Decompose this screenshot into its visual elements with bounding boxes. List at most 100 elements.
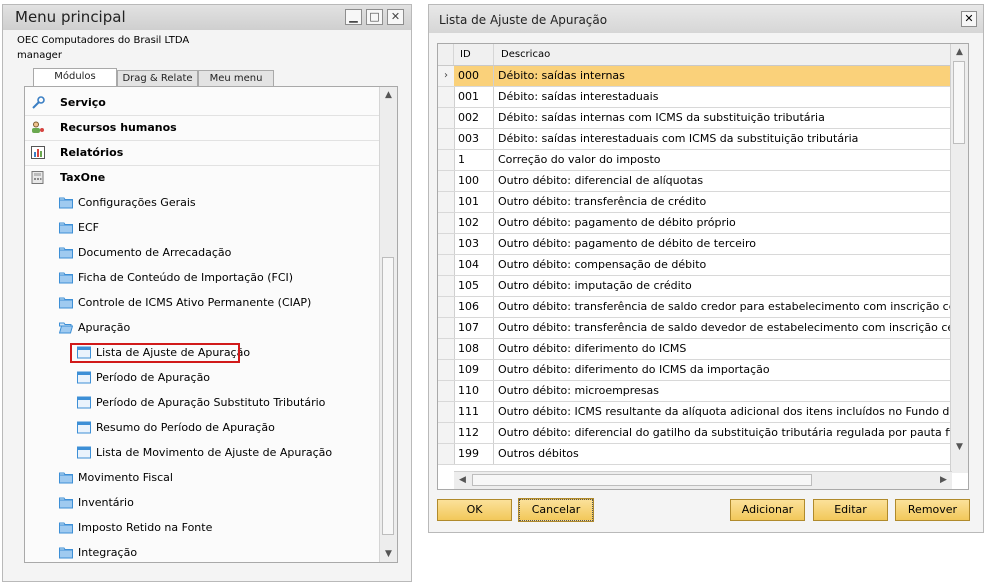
- folder-movimento-fiscal[interactable]: Movimento Fiscal: [25, 466, 379, 490]
- scroll-down-icon[interactable]: ▼: [380, 546, 397, 562]
- minimize-icon[interactable]: ▁: [345, 9, 362, 25]
- table-row[interactable]: 107 Outro débito: transferência de saldo …: [438, 318, 952, 339]
- add-button[interactable]: Adicionar: [730, 499, 805, 521]
- ok-button[interactable]: OK: [437, 499, 512, 521]
- table-row[interactable]: 101 Outro débito: transferência de crédit…: [438, 192, 952, 213]
- row-selector[interactable]: [438, 297, 455, 317]
- scroll-right-icon[interactable]: ▶: [935, 472, 952, 488]
- cell-descricao: Outro débito: transferência de saldo dev…: [498, 321, 952, 334]
- table-row[interactable]: 104 Outro débito: compensação de débito: [438, 255, 952, 276]
- grid-horizontal-scrollbar[interactable]: ◀ ▶: [454, 471, 952, 489]
- row-selector[interactable]: [438, 402, 455, 422]
- close-icon[interactable]: ✕: [961, 11, 977, 27]
- cell-id: 110: [454, 381, 494, 401]
- row-selector[interactable]: [438, 423, 455, 443]
- row-selector[interactable]: [438, 360, 455, 380]
- folder-label: Integração: [78, 546, 138, 559]
- folder-integracao[interactable]: Integração: [25, 541, 379, 562]
- table-row[interactable]: 1 Correção do valor do imposto: [438, 150, 952, 171]
- table-row[interactable]: 103 Outro débito: pagamento de débito de …: [438, 234, 952, 255]
- row-selector[interactable]: [438, 444, 455, 464]
- cell-id: 1: [454, 150, 494, 170]
- folder-apuracao[interactable]: Apuração: [25, 316, 379, 340]
- folder-fci[interactable]: Ficha de Conteúdo de Importação (FCI): [25, 266, 379, 290]
- column-header-descricao[interactable]: Descricao: [494, 44, 952, 65]
- table-row[interactable]: 102 Outro débito: pagamento de débito pró…: [438, 213, 952, 234]
- table-row[interactable]: 100 Outro débito: diferencial de alíquota…: [438, 171, 952, 192]
- tree-scrollbar[interactable]: ▲ ▼: [379, 87, 397, 562]
- module-tree: Serviço Recursos humanos Relatórios TaxO…: [24, 86, 398, 563]
- grid-hscroll-thumb[interactable]: [472, 474, 812, 486]
- table-row[interactable]: 106 Outro débito: transferência de saldo …: [438, 297, 952, 318]
- item-resumo-periodo-apuracao[interactable]: Resumo do Período de Apuração: [25, 416, 379, 440]
- tab-meu-menu[interactable]: Meu menu: [198, 70, 274, 86]
- table-row[interactable]: 111 Outro débito: ICMS resultante da alíq…: [438, 402, 952, 423]
- row-selector[interactable]: [438, 276, 455, 296]
- item-periodo-apuracao[interactable]: Período de Apuração: [25, 366, 379, 390]
- cell-descricao: Outro débito: transferência de saldo cre…: [498, 300, 952, 313]
- row-selector[interactable]: [438, 150, 455, 170]
- module-servico[interactable]: Serviço: [25, 91, 379, 115]
- cancel-button[interactable]: Cancelar: [518, 498, 594, 522]
- tab-modulos[interactable]: Módulos: [33, 68, 117, 87]
- folder-ciap[interactable]: Controle de ICMS Ativo Permanente (CIAP): [25, 291, 379, 315]
- table-row[interactable]: 199 Outros débitos: [438, 444, 952, 465]
- cell-descricao: Outro débito: microempresas: [498, 384, 660, 397]
- maximize-icon[interactable]: □: [366, 9, 383, 25]
- cell-id: 106: [454, 297, 494, 317]
- item-periodo-apuracao-st[interactable]: Período de Apuração Substituto Tributári…: [25, 391, 379, 415]
- tree-scroll-thumb[interactable]: [382, 257, 394, 535]
- table-row[interactable]: › 000 Débito: saídas internas: [438, 66, 952, 87]
- report-chart-icon: [31, 146, 45, 159]
- cell-id: 199: [454, 444, 494, 464]
- row-selector[interactable]: [438, 213, 455, 233]
- folder-icon: [59, 472, 73, 484]
- tab-drag-relate[interactable]: Drag & Relate: [117, 70, 198, 86]
- cell-descricao: Débito: saídas interestaduais com ICMS d…: [498, 132, 859, 145]
- edit-button[interactable]: Editar: [813, 499, 888, 521]
- folder-ecf[interactable]: ECF: [25, 216, 379, 240]
- row-selector[interactable]: [438, 108, 455, 128]
- scroll-down-icon[interactable]: ▼: [951, 439, 968, 455]
- list-window-titlebar[interactable]: Lista de Ajuste de Apuração ✕: [429, 5, 983, 33]
- cell-id: 107: [454, 318, 494, 338]
- row-selector[interactable]: [438, 87, 455, 107]
- scroll-left-icon[interactable]: ◀: [454, 472, 471, 488]
- table-row[interactable]: 110 Outro débito: microempresas: [438, 381, 952, 402]
- row-pointer-icon[interactable]: ›: [438, 66, 455, 86]
- module-relatorios[interactable]: Relatórios: [25, 141, 379, 165]
- scroll-up-icon[interactable]: ▲: [951, 44, 968, 60]
- close-icon[interactable]: ✕: [387, 9, 404, 25]
- grid-vscroll-thumb[interactable]: [953, 61, 965, 144]
- table-row[interactable]: 108 Outro débito: diferimento do ICMS: [438, 339, 952, 360]
- scroll-up-icon[interactable]: ▲: [380, 87, 397, 103]
- table-row[interactable]: 003 Débito: saídas interestaduais com ICM…: [438, 129, 952, 150]
- module-recursos-humanos[interactable]: Recursos humanos: [25, 116, 379, 140]
- table-row[interactable]: 112 Outro débito: diferencial do gatilho …: [438, 423, 952, 444]
- remove-button[interactable]: Remover: [895, 499, 970, 521]
- row-selector[interactable]: [438, 129, 455, 149]
- row-selector[interactable]: [438, 171, 455, 191]
- folder-documento-arrecadacao[interactable]: Documento de Arrecadação: [25, 241, 379, 265]
- folder-inventario[interactable]: Inventário: [25, 491, 379, 515]
- main-menu-titlebar[interactable]: Menu principal ▁ □ ✕: [3, 5, 411, 30]
- module-taxone[interactable]: TaxOne: [25, 166, 379, 190]
- folder-label: ECF: [78, 221, 99, 234]
- folder-configuracoes-gerais[interactable]: Configurações Gerais: [25, 191, 379, 215]
- row-selector[interactable]: [438, 318, 455, 338]
- column-header-id[interactable]: ID: [454, 44, 494, 65]
- row-selector[interactable]: [438, 339, 455, 359]
- table-row[interactable]: 002 Débito: saídas internas com ICMS da s…: [438, 108, 952, 129]
- folder-imposto-retido[interactable]: Imposto Retido na Fonte: [25, 516, 379, 540]
- module-label: Recursos humanos: [60, 121, 177, 134]
- grid-vertical-scrollbar[interactable]: ▲ ▼: [950, 44, 968, 473]
- row-selector[interactable]: [438, 255, 455, 275]
- row-selector[interactable]: [438, 234, 455, 254]
- table-row[interactable]: 001 Débito: saídas interestaduais: [438, 87, 952, 108]
- table-row[interactable]: 105 Outro débito: imputação de crédito: [438, 276, 952, 297]
- row-selector[interactable]: [438, 192, 455, 212]
- item-lista-movimento-ajuste[interactable]: Lista de Movimento de Ajuste de Apuração: [25, 441, 379, 465]
- row-selector-header: [438, 44, 454, 65]
- table-row[interactable]: 109 Outro débito: diferimento do ICMS da …: [438, 360, 952, 381]
- row-selector[interactable]: [438, 381, 455, 401]
